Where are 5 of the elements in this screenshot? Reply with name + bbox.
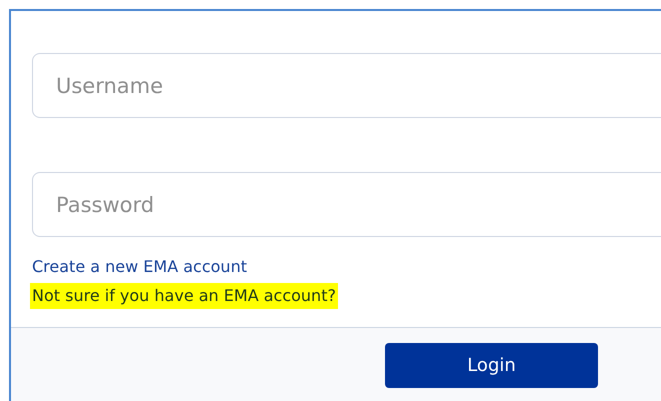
login-button[interactable]: Login [385,343,598,388]
input-field[interactable]: Username [32,53,661,118]
input-field[interactable]: Password [32,172,661,237]
account-link[interactable]: Create a new EMA account [32,254,247,280]
account-link[interactable]: Not sure if you have an EMA account? [30,283,338,309]
